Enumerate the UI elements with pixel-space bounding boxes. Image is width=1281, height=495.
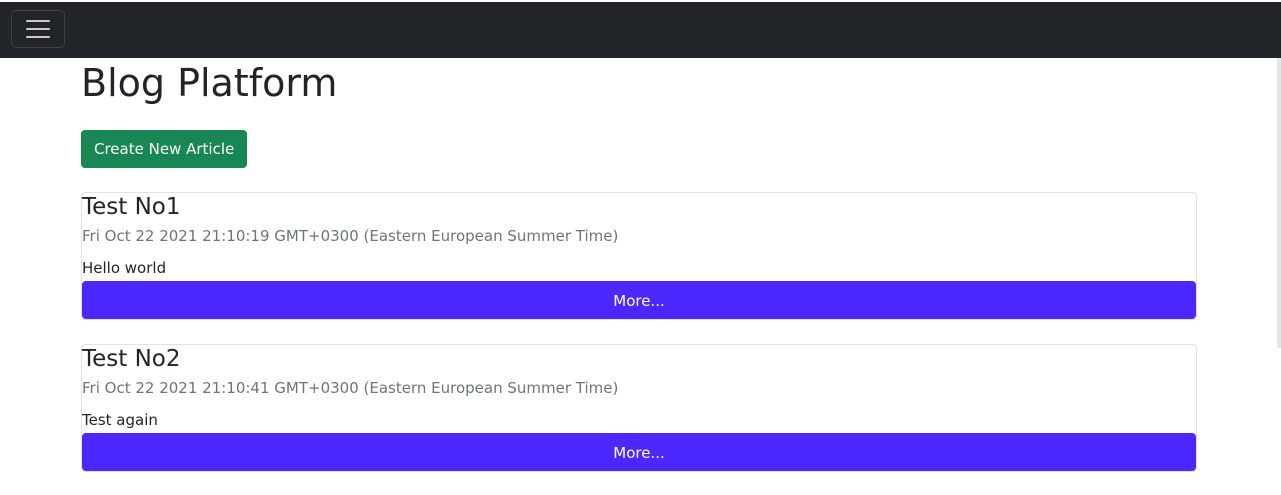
article-title: Test No1 bbox=[82, 194, 181, 220]
navbar-toggle-button[interactable] bbox=[11, 10, 65, 48]
create-article-button[interactable]: Create New Article bbox=[81, 130, 248, 168]
article-body: Test again bbox=[82, 411, 158, 429]
more-button[interactable]: More... bbox=[82, 281, 1196, 319]
article-card: Test No1 Fri Oct 22 2021 21:10:19 GMT+03… bbox=[81, 192, 1197, 320]
more-button[interactable]: More... bbox=[82, 433, 1196, 471]
article-title: Test No2 bbox=[82, 346, 181, 372]
navbar bbox=[0, 2, 1281, 58]
page-scrollbar[interactable] bbox=[1277, 58, 1281, 348]
article-date: Fri Oct 22 2021 21:10:41 GMT+0300 (Easte… bbox=[82, 379, 619, 397]
page-title: Blog Platform bbox=[81, 61, 338, 105]
article-body: Hello world bbox=[82, 259, 167, 277]
article-date: Fri Oct 22 2021 21:10:19 GMT+0300 (Easte… bbox=[82, 227, 619, 245]
hamburger-menu-icon bbox=[26, 20, 50, 38]
article-card: Test No2 Fri Oct 22 2021 21:10:41 GMT+03… bbox=[81, 344, 1197, 472]
